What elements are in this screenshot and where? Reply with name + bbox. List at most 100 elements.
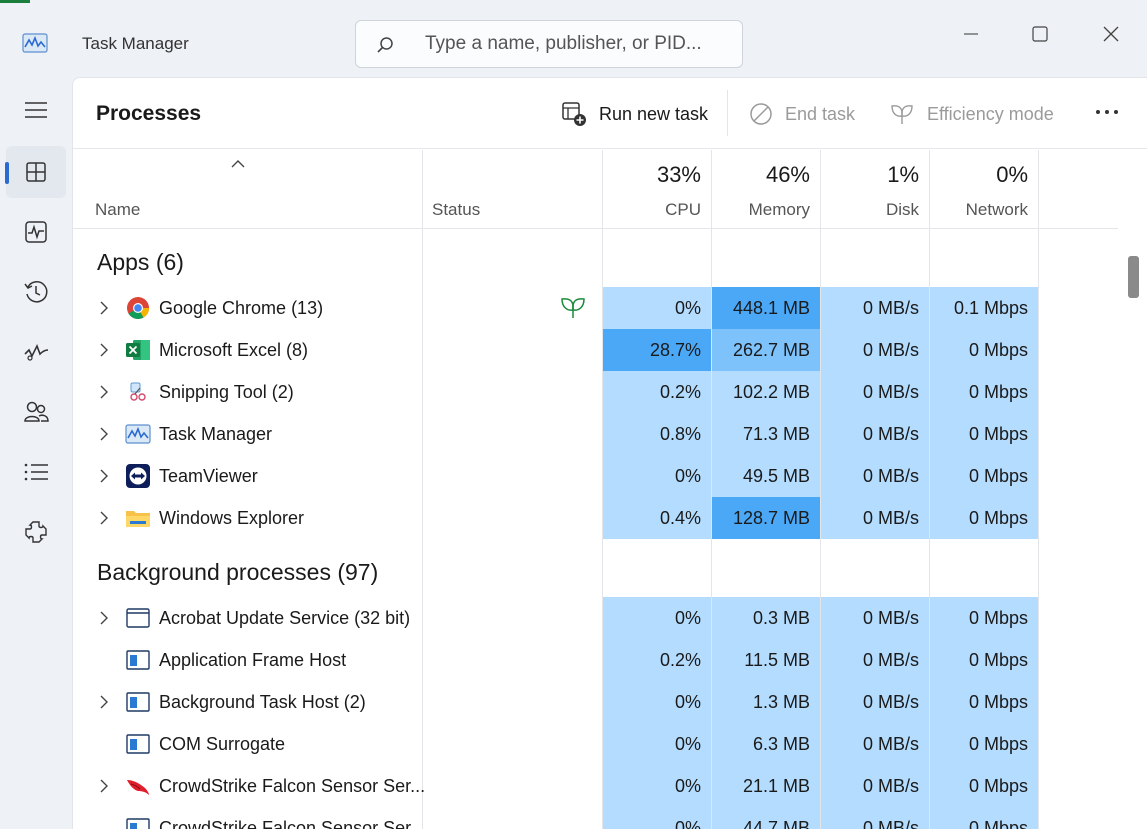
active-indicator <box>5 162 9 184</box>
expand-chevron-icon[interactable] <box>98 610 110 626</box>
group-title-apps: Apps (6) <box>97 249 184 275</box>
header-bottom-line <box>73 228 1118 229</box>
sidebar-item-app-history[interactable] <box>6 266 66 318</box>
app-title: Task Manager <box>82 34 189 53</box>
memory-total: 46% <box>765 162 810 187</box>
network-total: 0% <box>996 162 1028 187</box>
memory-value: 262.7 MB <box>732 340 810 360</box>
column-divider <box>1038 150 1039 829</box>
table-row[interactable]: Acrobat Update Service (32 bit) 0% 0.3 M… <box>73 597 1038 639</box>
memory-value: 49.5 MB <box>742 466 810 486</box>
search-icon <box>377 37 393 53</box>
column-header-status[interactable]: Status <box>422 150 602 228</box>
cpu-value: 0.2% <box>659 382 701 402</box>
table-row[interactable]: Background Task Host (2) 0% 1.3 MB 0 MB/… <box>73 681 1038 723</box>
efficiency-mode-button[interactable]: Efficiency mode <box>889 98 1054 130</box>
disk-total: 1% <box>887 162 919 187</box>
cpu-value: 0.4% <box>659 508 701 528</box>
process-name: Snipping Tool (2) <box>159 382 294 402</box>
teamviewer-icon <box>126 464 150 488</box>
chrome-icon <box>127 297 149 319</box>
processes-icon <box>26 162 46 182</box>
main-panel: Processes Run new task End task Efficien… <box>72 77 1147 829</box>
column-header-memory[interactable]: 46% Memory <box>711 150 820 228</box>
file-explorer-folder-icon <box>126 511 150 527</box>
table-row[interactable]: TeamViewer 0% 49.5 MB 0 MB/s 0 Mbps <box>73 455 1038 497</box>
minimize-button[interactable] <box>951 16 991 52</box>
run-new-task-button[interactable]: Run new task <box>561 98 708 130</box>
end-task-icon <box>750 103 772 125</box>
expand-chevron-icon[interactable] <box>98 510 110 526</box>
memory-value: 44.7 MB <box>742 818 810 829</box>
page-title: Processes <box>96 102 202 125</box>
service-window-icon <box>126 818 150 829</box>
run-new-task-label: Run new task <box>599 103 709 124</box>
process-name: CrowdStrike Falcon Sensor Ser... <box>159 776 426 796</box>
network-value: 0 Mbps <box>968 650 1028 670</box>
sidebar-item-startup-apps[interactable] <box>6 326 66 378</box>
sidebar-item-services[interactable] <box>6 506 66 558</box>
expand-chevron-icon[interactable] <box>98 694 110 710</box>
cpu-value: 28.7% <box>649 340 701 360</box>
expand-chevron-icon[interactable] <box>98 426 110 442</box>
details-icon <box>24 463 48 481</box>
expand-chevron-icon[interactable] <box>98 300 110 316</box>
task-manager-app-icon <box>22 33 48 53</box>
network-value: 0 Mbps <box>968 818 1028 829</box>
expand-chevron-icon[interactable] <box>98 468 110 484</box>
network-value: 0 Mbps <box>968 734 1028 754</box>
column-header-network[interactable]: 0% Network <box>929 150 1038 228</box>
table-row[interactable]: COM Surrogate 0% 6.3 MB 0 MB/s 0 Mbps <box>73 723 1038 765</box>
hamburger-menu-button[interactable] <box>6 84 66 136</box>
memory-value: 102.2 MB <box>732 382 810 402</box>
network-value: 0 Mbps <box>968 340 1028 360</box>
sidebar <box>0 74 72 829</box>
end-task-button[interactable]: End task <box>749 98 855 130</box>
search-input[interactable]: Type a name, publisher, or PID... <box>355 20 743 68</box>
table-row[interactable]: Google Chrome (13) 0% 448.1 MB 0 MB/s 0.… <box>73 287 1038 329</box>
column-header-disk[interactable]: 1% Disk <box>820 150 929 228</box>
sidebar-item-performance[interactable] <box>6 206 66 258</box>
network-value: 0 Mbps <box>968 776 1028 796</box>
sidebar-item-processes[interactable] <box>5 146 66 198</box>
column-header-cpu[interactable]: 33% CPU <box>602 150 711 228</box>
disk-value: 0 MB/s <box>862 340 919 360</box>
table-row[interactable]: Application Frame Host 0.2% 11.5 MB 0 MB… <box>73 639 1038 681</box>
process-name: Task Manager <box>159 424 273 444</box>
disk-value: 0 MB/s <box>862 298 919 318</box>
cpu-value: 0% <box>674 692 701 712</box>
table-row[interactable]: CrowdStrike Falcon Sensor Ser... 0% 44.7… <box>73 807 1038 829</box>
scrollbar-track[interactable] <box>1118 229 1147 829</box>
group-title-background-processes: Background processes (97) <box>97 559 379 585</box>
memory-value: 448.1 MB <box>732 298 810 318</box>
efficiency-mode-status-icon <box>561 298 585 318</box>
search-placeholder: Type a name, publisher, or PID... <box>425 33 702 54</box>
column-header-name[interactable]: Name <box>73 150 422 228</box>
table-row[interactable]: Task Manager 0.8% 71.3 MB 0 MB/s 0 Mbps <box>73 413 1038 455</box>
disk-value: 0 MB/s <box>862 692 919 712</box>
table-row[interactable]: Microsoft Excel (8) 28.7% 262.7 MB 0 MB/… <box>73 329 1038 371</box>
table-row[interactable]: CrowdStrike Falcon Sensor Ser... 0% 21.1… <box>73 765 1038 807</box>
expand-chevron-icon[interactable] <box>98 342 110 358</box>
scrollbar-thumb[interactable] <box>1128 256 1139 298</box>
title-bar: Task Manager Type a name, publisher, or … <box>0 4 1147 74</box>
table-row[interactable]: Windows Explorer 0.4% 128.7 MB 0 MB/s 0 … <box>73 497 1038 539</box>
cpu-total: 33% <box>656 162 701 187</box>
services-icon <box>25 521 47 543</box>
disk-value: 0 MB/s <box>862 818 919 829</box>
process-name: TeamViewer <box>159 466 258 486</box>
expand-chevron-icon[interactable] <box>98 384 110 400</box>
sidebar-item-users[interactable] <box>6 386 66 438</box>
sidebar-item-details[interactable] <box>6 446 66 498</box>
disk-value: 0 MB/s <box>862 650 919 670</box>
memory-value: 21.1 MB <box>742 776 810 796</box>
disk-value: 0 MB/s <box>862 382 919 402</box>
expand-chevron-icon[interactable] <box>98 778 110 794</box>
task-manager-icon <box>125 424 151 444</box>
window-app-icon <box>126 608 150 628</box>
maximize-button[interactable] <box>1020 16 1060 52</box>
end-task-label: End task <box>785 103 856 124</box>
close-button[interactable] <box>1091 16 1131 52</box>
table-row[interactable]: Snipping Tool (2) 0.2% 102.2 MB 0 MB/s 0… <box>73 371 1038 413</box>
more-options-icon[interactable] <box>1094 102 1120 122</box>
